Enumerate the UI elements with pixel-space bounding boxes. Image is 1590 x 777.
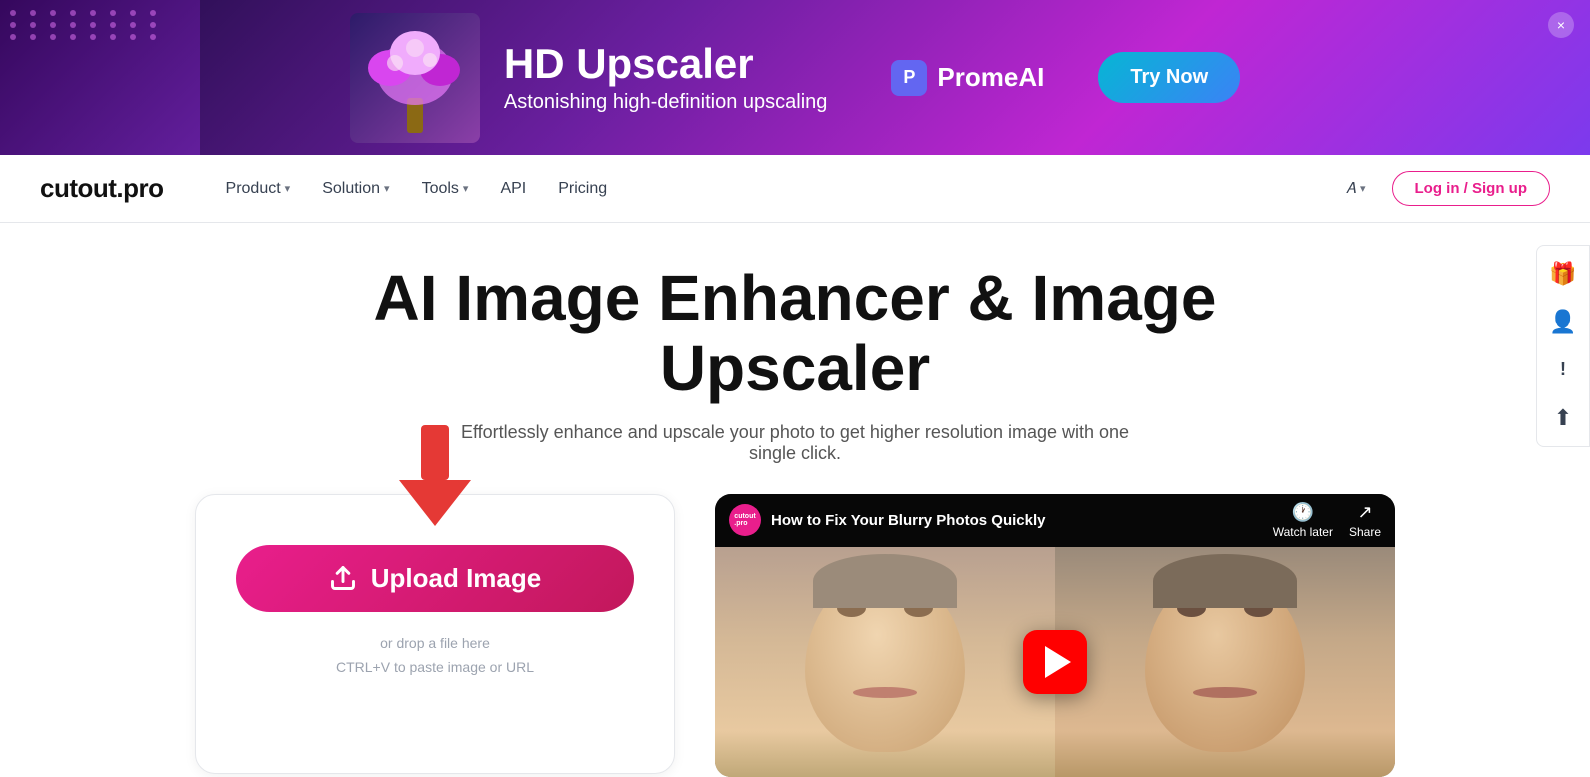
share-button[interactable]: ↗ Share — [1349, 502, 1381, 539]
nav-api-label: API — [500, 180, 526, 198]
share-label: Share — [1349, 525, 1381, 539]
content-row: Upload Image or drop a file here CTRL+V … — [195, 494, 1395, 777]
share-icon: ↗ — [1349, 502, 1381, 523]
promeai-logo: P — [891, 60, 927, 96]
nav-right: 𝐴 ▾ Log in / Sign up — [1336, 171, 1550, 206]
nav-solution-label: Solution — [322, 180, 380, 198]
video-title: How to Fix Your Blurry Photos Quickly — [771, 512, 1263, 529]
product-chevron-icon: ▾ — [285, 182, 291, 195]
arrow-indicator — [399, 425, 471, 526]
logo[interactable]: cutout.pro — [40, 173, 164, 204]
sidebar-gift-button[interactable]: 🎁 — [1541, 252, 1585, 296]
nav-product-label: Product — [226, 180, 281, 198]
ad-text-block: HD Upscaler Astonishing high-definition … — [504, 41, 828, 114]
sidebar-info-button[interactable]: ! — [1541, 348, 1585, 392]
video-baby-left — [715, 547, 1055, 777]
watch-later-label: Watch later — [1273, 525, 1333, 539]
play-icon — [1045, 646, 1071, 678]
upload-button-label: Upload Image — [371, 563, 541, 594]
upload-hint-line1: or drop a file here — [336, 632, 534, 656]
nav-tools-label: Tools — [422, 180, 459, 198]
lang-chevron-icon: ▾ — [1360, 182, 1366, 195]
ad-close-button[interactable]: × — [1548, 12, 1574, 38]
sidebar-user-button[interactable]: 👤 — [1541, 300, 1585, 344]
ad-subtitle: Astonishing high-definition upscaling — [504, 91, 828, 114]
nav-item-tools[interactable]: Tools ▾ — [408, 172, 483, 206]
info-icon: ! — [1560, 359, 1566, 380]
nav-item-api[interactable]: API — [486, 172, 540, 206]
ad-image — [350, 13, 480, 143]
upload-icon — [329, 564, 357, 592]
login-button[interactable]: Log in / Sign up — [1392, 171, 1550, 206]
upload-hint-line2: CTRL+V to paste image or URL — [336, 656, 534, 680]
gift-icon: 🎁 — [1549, 261, 1576, 287]
language-selector[interactable]: 𝐴 ▾ — [1336, 174, 1376, 203]
upload-button[interactable]: Upload Image — [236, 545, 634, 612]
sidebar-upload-button[interactable]: ⬆ — [1541, 396, 1585, 440]
upload-area: Upload Image or drop a file here CTRL+V … — [195, 494, 675, 774]
ad-title: HD Upscaler — [504, 41, 828, 87]
ad-dots-decoration — [10, 10, 164, 40]
solution-chevron-icon: ▾ — [384, 182, 390, 195]
language-icon: 𝐴 — [1346, 180, 1356, 197]
upload-top-icon: ⬆ — [1554, 405, 1572, 431]
video-baby-right — [1055, 547, 1395, 777]
ad-brand: P PromeAI — [891, 60, 1044, 96]
nav-item-pricing[interactable]: Pricing — [544, 172, 621, 206]
baby-face-right — [1145, 572, 1305, 752]
ad-content: HD Upscaler Astonishing high-definition … — [350, 13, 1240, 143]
page-title: AI Image Enhancer & Image Upscaler — [245, 263, 1345, 404]
video-actions: 🕐 Watch later ↗ Share — [1273, 502, 1381, 539]
nav-links: Product ▾ Solution ▾ Tools ▾ API Pricing — [212, 172, 1336, 206]
upload-hint: or drop a file here CTRL+V to paste imag… — [336, 632, 534, 680]
right-sidebar: 🎁 👤 ! ⬆ — [1536, 245, 1590, 447]
nav-pricing-label: Pricing — [558, 180, 607, 198]
ad-brand-name: PromeAI — [937, 62, 1044, 93]
baby-face-left — [805, 572, 965, 752]
user-icon: 👤 — [1549, 309, 1576, 335]
ad-try-button[interactable]: Try Now — [1098, 52, 1240, 103]
main-content: AI Image Enhancer & Image Upscaler Effor… — [0, 223, 1590, 777]
video-top-bar: cutout.pro How to Fix Your Blurry Photos… — [715, 494, 1395, 547]
video-preview: cutout.pro How to Fix Your Blurry Photos… — [715, 494, 1395, 777]
tools-chevron-icon: ▾ — [463, 182, 469, 195]
page-subtitle: Effortlessly enhance and upscale your ph… — [445, 422, 1145, 464]
video-body — [715, 547, 1395, 777]
nav-item-solution[interactable]: Solution ▾ — [308, 172, 403, 206]
channel-logo: cutout.pro — [729, 504, 761, 536]
navbar: cutout.pro Product ▾ Solution ▾ Tools ▾ … — [0, 155, 1590, 223]
watch-later-button[interactable]: 🕐 Watch later — [1273, 502, 1333, 539]
nav-item-product[interactable]: Product ▾ — [212, 172, 305, 206]
clock-icon: 🕐 — [1273, 502, 1333, 523]
ad-banner: HD Upscaler Astonishing high-definition … — [0, 0, 1590, 155]
video-play-button[interactable] — [1023, 630, 1087, 694]
